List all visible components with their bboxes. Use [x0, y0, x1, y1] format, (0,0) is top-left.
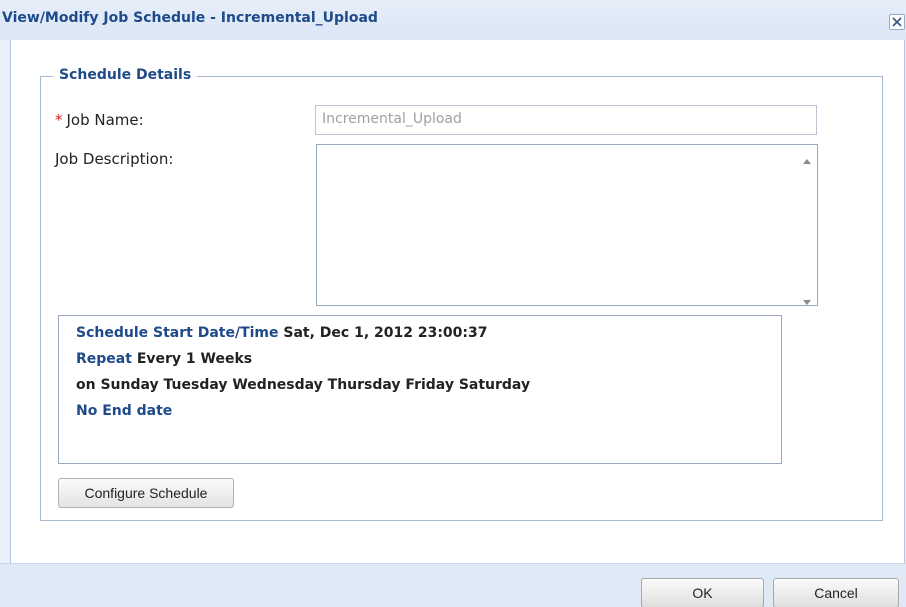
dialog-body: Schedule Details * Job Name: Incremental_… — [10, 40, 905, 563]
start-datetime-value: Sat, Dec 1, 2012 23:00:37 — [283, 325, 488, 341]
cancel-button[interactable]: Cancel — [773, 578, 899, 607]
job-description-textarea[interactable] — [316, 144, 818, 306]
repeat-value: Every 1 Weeks — [136, 351, 253, 367]
dialog-footer: OK Cancel — [0, 563, 906, 607]
required-marker: * — [55, 111, 63, 129]
start-datetime-line: Schedule Start Date/Time Sat, Dec 1, 201… — [76, 320, 781, 346]
start-datetime-label: Schedule Start Date/Time — [76, 325, 279, 341]
ok-button[interactable]: OK — [641, 578, 764, 607]
schedule-details-legend: Schedule Details — [53, 67, 198, 83]
end-date-line: No End date — [76, 403, 173, 419]
repeat-days-line: on Sunday Tuesday Wednesday Thursday Fri… — [76, 377, 531, 393]
scroll-up-arrow-icon[interactable] — [803, 151, 811, 164]
job-schedule-dialog: View/Modify Job Schedule - Incremental_U… — [0, 0, 906, 607]
close-icon — [890, 15, 904, 29]
dialog-titlebar: View/Modify Job Schedule - Incremental_U… — [0, 0, 906, 40]
dialog-title: View/Modify Job Schedule - Incremental_U… — [2, 10, 378, 26]
configure-schedule-button[interactable]: Configure Schedule — [58, 478, 234, 508]
job-name-field[interactable]: Incremental_Upload — [315, 105, 817, 135]
job-description-label: Job Description: — [55, 150, 174, 168]
repeat-line: Repeat Every 1 Weeks — [76, 346, 781, 372]
scroll-down-arrow-icon[interactable] — [803, 291, 811, 305]
schedule-summary-box: Schedule Start Date/Time Sat, Dec 1, 201… — [58, 315, 782, 464]
job-name-label: Job Name: — [66, 111, 144, 129]
repeat-label: Repeat — [76, 351, 132, 367]
job-name-label-row: * Job Name: — [55, 111, 144, 129]
close-button[interactable] — [889, 14, 905, 30]
